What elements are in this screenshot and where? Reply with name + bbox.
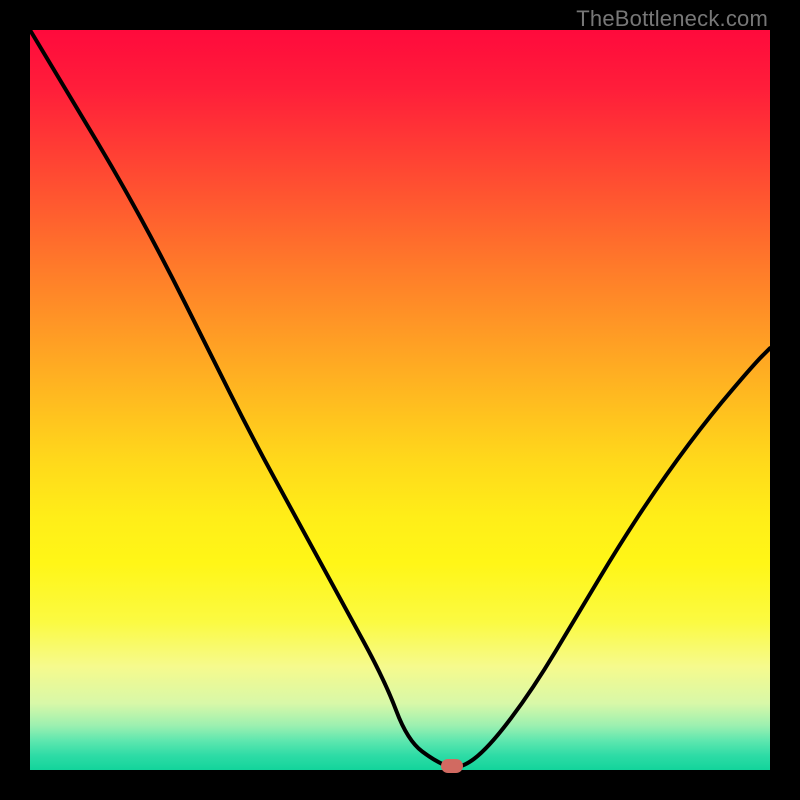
optimum-marker [441,759,463,773]
chart-plot-area [30,30,770,770]
curve-path [30,30,770,767]
watermark-text: TheBottleneck.com [576,6,768,32]
bottleneck-curve [30,30,770,770]
